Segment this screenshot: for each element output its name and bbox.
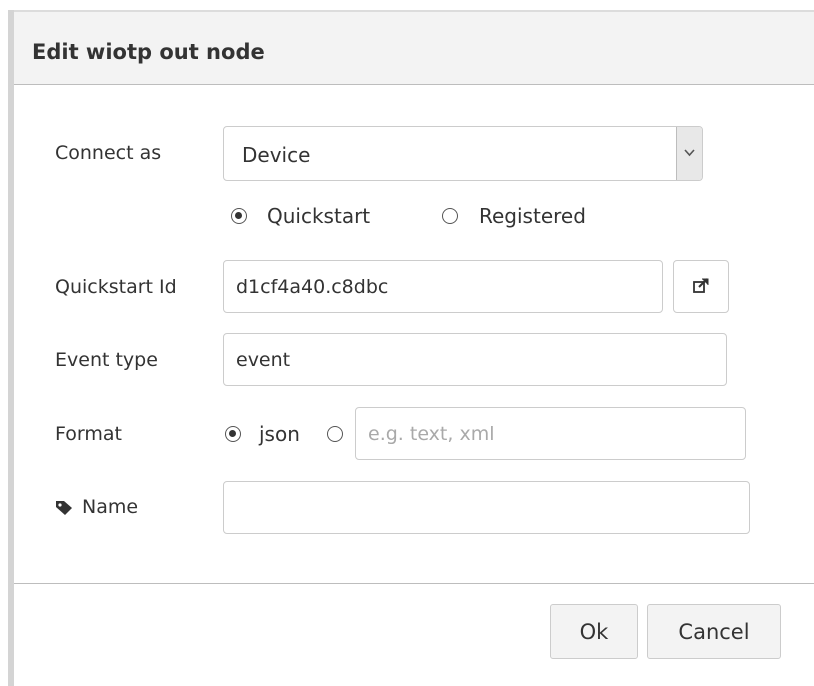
quickstart-radio[interactable] xyxy=(231,208,247,224)
name-input[interactable] xyxy=(223,481,750,534)
registered-radio-label[interactable]: Registered xyxy=(479,204,586,228)
tag-icon xyxy=(55,500,74,520)
dialog-titlebar: Edit wiotp out node xyxy=(14,10,814,85)
format-custom-radio[interactable] xyxy=(327,426,343,442)
dialog-title: Edit wiotp out node xyxy=(32,40,265,64)
format-label: Format xyxy=(55,423,122,445)
registered-radio[interactable] xyxy=(442,208,458,224)
ok-button[interactable]: Ok xyxy=(550,604,638,659)
connect-as-select[interactable]: Device xyxy=(223,126,703,181)
quickstart-radio-label[interactable]: Quickstart xyxy=(267,204,370,228)
format-json-radio[interactable] xyxy=(225,426,241,442)
connect-as-label: Connect as xyxy=(55,142,162,164)
event-type-input[interactable]: event xyxy=(223,333,727,386)
dialog-left-edge xyxy=(8,10,14,686)
quickstart-id-input[interactable]: d1cf4a40.c8dbc xyxy=(223,260,663,313)
external-link-icon xyxy=(693,278,709,293)
format-custom-input[interactable]: e.g. text, xml xyxy=(355,407,746,460)
quickstart-id-value: d1cf4a40.c8dbc xyxy=(236,276,389,298)
footer-divider xyxy=(14,583,814,584)
format-custom-placeholder: e.g. text, xml xyxy=(368,423,495,445)
chevron-down-icon[interactable] xyxy=(676,127,702,180)
format-json-label[interactable]: json xyxy=(259,422,300,446)
event-type-label: Event type xyxy=(55,349,158,371)
connect-as-selected-value: Device xyxy=(242,143,311,167)
edit-node-dialog: Edit wiotp out node Connect as Device Qu… xyxy=(0,0,814,686)
cancel-button[interactable]: Cancel xyxy=(647,604,781,659)
quickstart-id-label: Quickstart Id xyxy=(55,276,177,298)
open-quickstart-button[interactable] xyxy=(673,260,729,313)
name-label: Name xyxy=(82,496,139,518)
event-type-value: event xyxy=(236,349,291,371)
